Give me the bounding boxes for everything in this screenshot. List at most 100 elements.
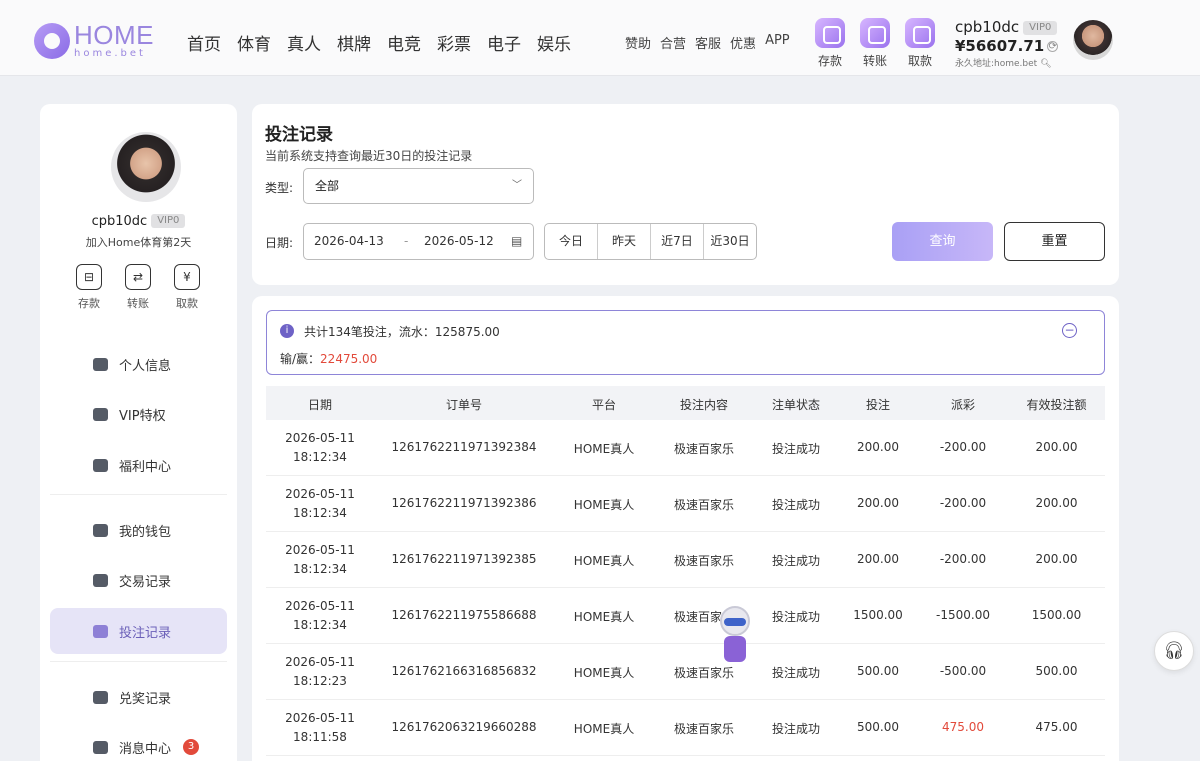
table-row[interactable]: 2026-05-11 18:12:34 1261762211971392386 H… — [266, 476, 1105, 532]
row-payout: -200.00 — [939, 552, 987, 566]
row-valid: 200.00 — [1035, 496, 1078, 510]
sidebar-item-label: 兑奖记录 — [119, 691, 172, 707]
row-bet: 500.00 — [857, 664, 899, 678]
nav-lottery[interactable]: 彩票 — [437, 30, 471, 55]
query-button[interactable]: 查询 — [892, 222, 993, 261]
collapse-icon[interactable]: − — [1062, 323, 1077, 338]
sidebar-item-profile[interactable]: 个人信息 — [50, 341, 227, 387]
table-row[interactable]: 2026-05-11 18:12:34 1261762211971392384 H… — [266, 420, 1105, 476]
table-row[interactable]: 2026-05-11 18:12:34 1261762211971392385 H… — [266, 532, 1105, 588]
row-time: 18:12:34 — [293, 562, 347, 576]
headset-icon[interactable]: 🎧︎ — [1154, 631, 1194, 671]
row-time: 18:12:23 — [293, 674, 347, 688]
row-status: 投注成功 — [771, 554, 820, 568]
logo-icon — [34, 22, 70, 59]
col-date: 日期 — [307, 398, 332, 412]
range-30days-button[interactable]: 近30日 — [704, 224, 756, 259]
secondary-nav: 赞助 合营 客服 优惠 APP — [625, 33, 799, 52]
sidebar-withdraw-label: 取款 — [176, 297, 198, 310]
nav-partner[interactable]: 合营 — [660, 33, 686, 52]
permanent-address: 永久地址:home.bet — [955, 59, 1038, 69]
row-status: 投注成功 — [771, 498, 820, 512]
row-payout: -500.00 — [939, 664, 987, 678]
nav-slots[interactable]: 电子 — [487, 30, 521, 55]
date-range-picker[interactable]: 2026-04-13 - 2026-05-12 ▤ — [303, 223, 534, 260]
sidebar-withdraw-button[interactable]: ¥ 取款 — [167, 264, 207, 311]
sidebar-divider — [50, 661, 227, 662]
account-sidebar: cpb10dc VIP0 加入Home体育第2天 ⊟ 存款 ⇄ 转账 ¥ 取款 个… — [40, 104, 237, 761]
nav-live[interactable]: 真人 — [287, 30, 321, 55]
sidebar-deposit-label: 存款 — [78, 297, 100, 310]
row-order: 1261762211971392386 — [391, 496, 537, 510]
refresh-icon[interactable]: ⟳ — [1047, 41, 1059, 52]
results-panel: i 共计134笔投注，流水：125875.00 输/赢：22475.00 − 日… — [252, 296, 1119, 761]
sidebar-item-messages[interactable]: 消息中心 3 — [50, 724, 227, 761]
mascot-icon[interactable] — [716, 606, 752, 664]
nav-chess[interactable]: 棋牌 — [337, 30, 371, 55]
row-date: 2026-05-11 — [285, 487, 355, 501]
nav-entertainment[interactable]: 娱乐 — [537, 30, 571, 55]
page-subtitle: 当前系统支持查询最近30日的投注记录 — [265, 149, 473, 163]
nav-promo[interactable]: 优惠 — [730, 33, 756, 52]
type-select[interactable]: 全部 ﹀ — [303, 168, 534, 204]
row-valid: 200.00 — [1035, 440, 1078, 454]
range-7days-button[interactable]: 近7日 — [651, 224, 704, 259]
search-icon: 🔍︎ — [1040, 59, 1052, 69]
nav-esports[interactable]: 电竞 — [387, 30, 421, 55]
sidebar-vip-badge: VIP0 — [151, 214, 186, 228]
header-transfer-button[interactable]: 转账 — [857, 18, 893, 69]
sidebar-item-redeem[interactable]: 兑奖记录 — [50, 674, 227, 720]
id-card-icon — [93, 357, 108, 371]
row-platform: HOME真人 — [573, 722, 635, 736]
home-logo[interactable]: HOME home.bet — [34, 22, 154, 59]
calendar-icon: ▤ — [511, 234, 523, 248]
sidebar-item-vip[interactable]: VIP特权 — [50, 391, 227, 437]
header-deposit-label: 存款 — [817, 54, 842, 68]
logo-subtext: home.bet — [74, 48, 146, 59]
sidebar-item-transactions[interactable]: 交易记录 — [50, 557, 227, 603]
range-today-button[interactable]: 今日 — [545, 224, 598, 259]
table-row[interactable]: 2026-05-11 18:12:34 1261762211975586688 H… — [266, 588, 1105, 644]
nav-app[interactable]: APP — [765, 33, 790, 52]
nav-sports[interactable]: 体育 — [237, 30, 271, 55]
row-valid: 500.00 — [1035, 664, 1078, 678]
nav-home[interactable]: 首页 — [187, 30, 221, 55]
row-payout: 475.00 — [942, 720, 984, 734]
bet-record-icon — [93, 624, 108, 638]
header-avatar[interactable] — [1073, 20, 1113, 60]
ticket-icon — [93, 458, 108, 472]
row-valid: 200.00 — [1035, 552, 1078, 566]
row-time: 18:12:34 — [293, 618, 347, 632]
top-header: HOME home.bet 首页 体育 真人 棋牌 电竞 彩票 电子 娱乐 赞助… — [0, 0, 1200, 76]
col-bet: 投注 — [865, 398, 890, 412]
row-status: 投注成功 — [771, 666, 820, 680]
range-yesterday-button[interactable]: 昨天 — [598, 224, 651, 259]
row-platform: HOME真人 — [573, 442, 635, 456]
date-start[interactable]: 2026-04-13 — [314, 234, 384, 248]
header-deposit-button[interactable]: 存款 — [812, 18, 848, 69]
sidebar-item-wallet[interactable]: 我的钱包 — [50, 507, 227, 553]
row-bet: 200.00 — [857, 440, 899, 454]
sidebar-transfer-button[interactable]: ⇄ 转账 — [118, 264, 158, 311]
table-row[interactable]: 2026-05-11 18:11:58 1261762063219660288 H… — [266, 700, 1105, 756]
header-withdraw-button[interactable]: 取款 — [902, 18, 938, 69]
gift-icon — [93, 690, 108, 704]
date-end[interactable]: 2026-05-12 — [424, 234, 494, 248]
profile-avatar — [111, 132, 181, 202]
nav-sponsor[interactable]: 赞助 — [625, 33, 651, 52]
col-status: 注单状态 — [771, 398, 820, 412]
row-bet: 200.00 — [857, 552, 899, 566]
reset-button[interactable]: 重置 — [1004, 222, 1105, 261]
row-bet: 1500.00 — [853, 608, 903, 622]
deposit-icon — [815, 18, 845, 48]
sidebar-item-welfare[interactable]: 福利中心 — [50, 442, 227, 488]
type-label: 类型: — [265, 181, 294, 195]
sidebar-item-label: 我的钱包 — [119, 524, 172, 540]
table-row[interactable]: 2026-05-11 18:12:23 1261762166316856832 H… — [266, 644, 1105, 700]
sidebar-deposit-button[interactable]: ⊟ 存款 — [69, 264, 109, 311]
header-withdraw-label: 取款 — [907, 54, 932, 68]
summary-totals: 共计134笔投注，流水：125875.00 — [304, 325, 500, 339]
row-payout: -1500.00 — [936, 608, 990, 622]
sidebar-item-bet-records[interactable]: 投注记录 — [50, 608, 227, 654]
nav-service[interactable]: 客服 — [695, 33, 721, 52]
